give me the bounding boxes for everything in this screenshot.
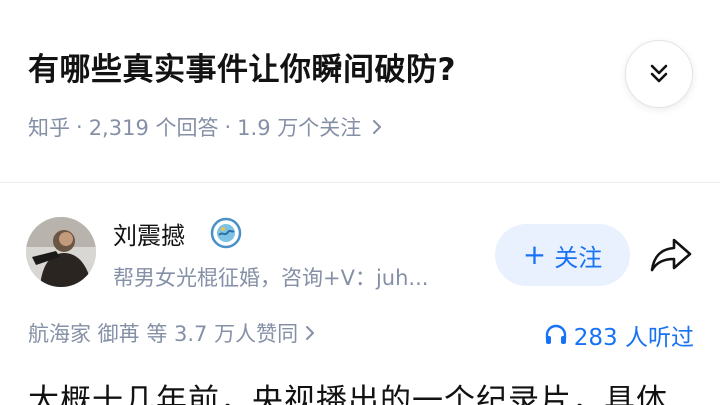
question-meta[interactable]: 知乎 · 2,319 个回答 · 1.9 万个关注 (28, 112, 383, 142)
follow-count: 1.9 万个关注 (237, 116, 362, 140)
share-icon[interactable] (648, 234, 694, 274)
follow-label: 关注 (554, 243, 603, 272)
expand-question-button[interactable] (625, 40, 693, 108)
likes-summary[interactable]: 航海家 御苒 等 3.7 万人赞同 (28, 318, 316, 348)
meta-separator: · (76, 115, 83, 139)
meta-separator: · (224, 115, 232, 139)
avatar[interactable] (26, 217, 96, 287)
answer-excerpt[interactable]: 大概十几年前，央视播出的一个纪录片，具体 (28, 375, 668, 405)
chevron-double-down-icon (650, 64, 668, 83)
verified-badge-icon (210, 217, 242, 249)
listeners-text: 283 人听过 (573, 325, 694, 351)
question-title: 有哪些真实事件让你瞬间破防? (28, 52, 456, 88)
listen-count[interactable]: 283 人听过 (544, 318, 694, 352)
likers-text: 航海家 御苒 等 3.7 万人赞同 (28, 322, 299, 346)
author-name[interactable]: 刘震撼 (113, 216, 185, 251)
source-label: 知乎 (28, 116, 70, 140)
section-divider (0, 182, 720, 183)
chevron-right-icon (373, 120, 382, 134)
chevron-right-icon (306, 326, 315, 340)
plus-icon: + (522, 238, 547, 271)
answer-count: 2,319 个回答 (88, 116, 219, 140)
headphones-icon (545, 324, 566, 344)
follow-button[interactable]: + 关注 (495, 224, 630, 286)
author-bio: 帮男女光棍征婚，咨询+V：juh... (113, 266, 429, 290)
